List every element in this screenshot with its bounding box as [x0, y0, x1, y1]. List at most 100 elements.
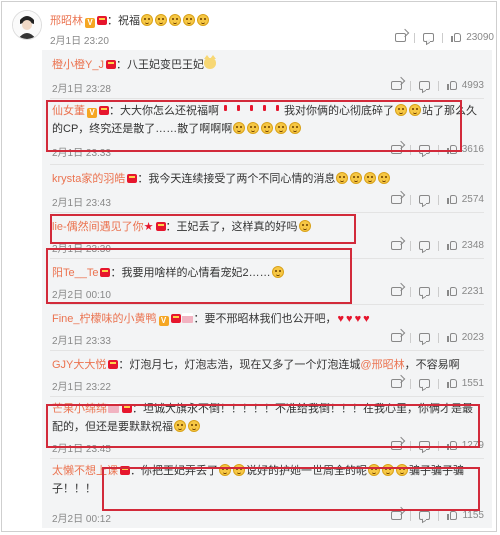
cat-emoji-icon: [203, 55, 216, 69]
like-icon[interactable]: [446, 240, 458, 251]
reply-actions: 2231: [390, 286, 484, 297]
divider: [409, 144, 411, 155]
divider: [409, 286, 411, 297]
like-count: 23090: [466, 32, 494, 43]
divider: [409, 378, 411, 389]
share-icon[interactable]: [391, 511, 403, 520]
reply-username[interactable]: 阳Te__Te: [52, 267, 98, 279]
like-icon[interactable]: [447, 510, 458, 521]
like-icon[interactable]: [446, 332, 458, 343]
comment-icon[interactable]: [418, 441, 430, 450]
like-icon[interactable]: [446, 144, 458, 155]
comment-icon[interactable]: [418, 287, 430, 296]
verified-badge-icon: V: [158, 316, 169, 326]
emoji-icon: [169, 14, 181, 26]
reply-date: 2月2日 00:10: [52, 290, 111, 301]
reply-list: 橙小橙Y_J ：八王妃变巴王妃 2月1日 23:28 4993 仙女董 V ：大大你怎…: [42, 50, 492, 528]
reply-body: 说好的护她一世周全的呢: [246, 465, 367, 477]
member-badge-icon: [100, 268, 111, 277]
divider: [437, 378, 439, 389]
reply-date: 2月1日 23:45: [52, 444, 111, 455]
comment-icon[interactable]: [418, 333, 430, 342]
member-badge-icon: [105, 60, 116, 69]
emoji-icon: [396, 464, 408, 476]
reply-item: lie-偶然间遇见了你★ ：王妃丢了，这样真的好吗 2月1日 23:30 2348: [42, 212, 492, 258]
star-icon: ★: [143, 221, 154, 233]
emoji-icon: [275, 122, 288, 134]
comment-icon[interactable]: [423, 33, 435, 42]
share-icon[interactable]: [390, 441, 402, 450]
reply-username[interactable]: GJY大大悦: [52, 359, 106, 371]
share-icon[interactable]: [390, 145, 402, 154]
divider: [437, 286, 439, 297]
divider: [437, 144, 439, 155]
emoji-icon: [378, 172, 391, 184]
reply-body: ：灯泡月七，灯泡志浩，现在又多了一个灯泡连城: [118, 359, 361, 371]
comment-icon[interactable]: [418, 145, 430, 154]
candle-icon: [224, 105, 227, 111]
share-icon[interactable]: [390, 287, 402, 296]
share-icon[interactable]: [390, 379, 402, 388]
emoji-icon: [336, 172, 349, 184]
reply-body: ：八王妃变巴王妃: [115, 59, 204, 71]
reply-actions: 2348: [390, 240, 484, 251]
divider: [409, 440, 411, 451]
reply-date: 2月1日 23:22: [52, 382, 111, 393]
reply-date: 2月1日 23:30: [52, 244, 111, 255]
like-count: 1155: [462, 510, 484, 521]
emoji-icon: [233, 122, 246, 134]
reply-item: 仙女董 V ：大大你怎么还祝福啊 我对你俩的心彻底碎了 站了那么久的CP，终究还是散了……: [42, 98, 492, 164]
comment-icon[interactable]: [418, 81, 430, 90]
share-icon[interactable]: [390, 241, 402, 250]
share-icon[interactable]: [390, 81, 402, 90]
reply-actions: 1551: [390, 378, 484, 389]
comment-body: ：祝福: [107, 15, 140, 27]
comment-icon[interactable]: [419, 511, 431, 520]
like-count: 3616: [461, 144, 484, 155]
divider: [414, 32, 416, 43]
candle-icon: [276, 105, 279, 111]
emoji-icon: [395, 104, 407, 116]
emoji-icon: [409, 104, 421, 116]
member-badge-icon: [122, 404, 132, 413]
emoji-icon: [183, 14, 195, 26]
share-icon[interactable]: [395, 33, 407, 42]
like-icon[interactable]: [446, 378, 458, 389]
reply-username[interactable]: 芒果小绵绵: [52, 403, 107, 415]
verified-badge-icon: V: [87, 108, 97, 118]
reply-username[interactable]: 太懒不想上课: [52, 465, 118, 477]
comment-username[interactable]: 邢昭林: [50, 15, 83, 27]
comment-icon[interactable]: [418, 241, 430, 250]
reply-username[interactable]: lie-偶然间遇见了你: [52, 221, 144, 233]
reply-text: 芒果小绵绵 ：坦诚大旗永不倒！！！！！不准给我倒！！！在我心里，你俩才是最配的，但…: [52, 400, 482, 436]
avatar[interactable]: [12, 10, 42, 40]
reply-item: GJY大大悦 ：灯泡月七，灯泡志浩，现在又多了一个灯泡连城@邢昭林，不容易啊 2月…: [42, 350, 492, 396]
like-icon[interactable]: [446, 286, 458, 297]
emoji-icon: [141, 14, 153, 26]
reply-username[interactable]: krysta家的羽皓: [52, 173, 125, 185]
like-icon[interactable]: [446, 80, 458, 91]
comment-icon[interactable]: [418, 195, 430, 204]
share-icon[interactable]: [390, 333, 402, 342]
reply-username[interactable]: 橙小橙Y_J: [52, 59, 104, 71]
reply-username[interactable]: 仙女董: [52, 105, 85, 117]
reply-body: ：我今天连续接受了两个不同心情的消息: [137, 173, 336, 185]
reply-username[interactable]: Fine_柠檬味的小黄鸭: [52, 313, 157, 325]
emoji-icon: [289, 122, 302, 134]
reply-text: 阳Te__Te ：我要用啥样的心情看宠妃2……: [52, 264, 482, 282]
divider: [409, 332, 411, 343]
like-icon[interactable]: [451, 32, 462, 43]
heart-icon: ♥: [354, 313, 362, 325]
reply-body: ：我要用啥样的心情看宠妃2……: [110, 267, 271, 279]
like-icon[interactable]: [446, 440, 458, 451]
share-icon[interactable]: [390, 195, 402, 204]
avatar-icon: [13, 11, 41, 39]
like-icon[interactable]: [446, 194, 458, 205]
reply-body: ：王妃丢了，这样真的好吗: [165, 221, 298, 233]
divider: [442, 32, 444, 43]
candle-icon: [263, 105, 266, 111]
like-count: 2023: [461, 332, 484, 343]
mention-link[interactable]: @邢昭林: [360, 359, 404, 371]
reply-body: 我对你俩的心彻底碎了: [284, 105, 394, 117]
comment-icon[interactable]: [418, 379, 430, 388]
